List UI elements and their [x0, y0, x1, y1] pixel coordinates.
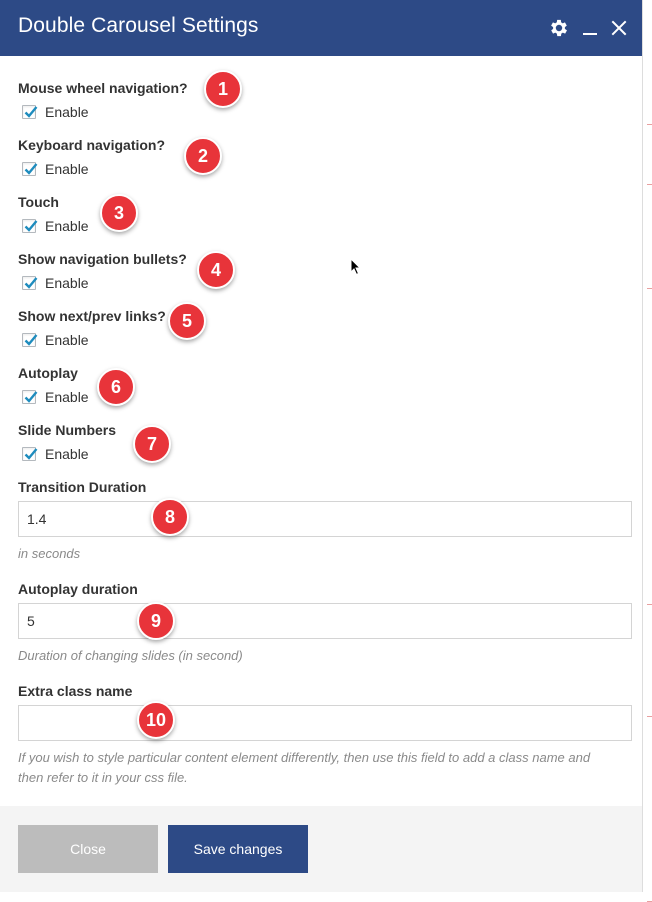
gear-icon[interactable]	[546, 14, 572, 42]
transition-duration-hint: in seconds	[18, 546, 81, 561]
keyboard-checkbox[interactable]	[22, 162, 38, 176]
keyboard-checkbox-row[interactable]: Enable	[22, 160, 89, 178]
keyboard-label: Keyboard navigation?	[18, 137, 166, 153]
autoplay-duration-label: Autoplay duration	[18, 581, 138, 597]
edge-mark	[647, 288, 652, 289]
next-prev-checkbox[interactable]	[22, 333, 38, 347]
touch-label: Touch	[18, 194, 59, 210]
annotation-badge: 8	[151, 498, 189, 536]
transition-duration-input[interactable]	[18, 501, 632, 537]
annotation-badge: 5	[168, 302, 206, 340]
annotation-badge: 4	[197, 251, 235, 289]
nav-bullets-enable-label: Enable	[45, 275, 89, 291]
nav-bullets-checkbox-row[interactable]: Enable	[22, 274, 89, 292]
slide-numbers-enable-label: Enable	[45, 446, 89, 462]
minimize-icon[interactable]	[577, 14, 603, 42]
keyboard-enable-label: Enable	[45, 161, 89, 177]
dialog-footer: Close Save changes	[0, 806, 642, 892]
autoplay-label: Autoplay	[18, 365, 78, 381]
settings-dialog: Double Carousel Settings Mouse wheel nav…	[0, 0, 643, 892]
nav-bullets-checkbox[interactable]	[22, 276, 38, 290]
mouse-wheel-enable-label: Enable	[45, 104, 89, 120]
checkmark-icon	[24, 448, 38, 460]
mouse-cursor-icon	[350, 257, 362, 281]
touch-enable-label: Enable	[45, 218, 89, 234]
touch-checkbox-row[interactable]: Enable	[22, 217, 89, 235]
edge-mark	[647, 124, 652, 125]
annotation-badge: 10	[137, 701, 175, 739]
transition-duration-label: Transition Duration	[18, 479, 147, 495]
checkmark-icon	[24, 220, 38, 232]
checkmark-icon	[24, 391, 38, 403]
annotation-badge: 3	[100, 194, 138, 232]
edge-mark	[647, 184, 652, 185]
dialog-title: Double Carousel Settings	[18, 14, 259, 37]
slide-numbers-label: Slide Numbers	[18, 422, 117, 438]
next-prev-label: Show next/prev links?	[18, 308, 166, 324]
annotation-badge: 1	[204, 70, 242, 108]
checkmark-icon	[24, 277, 38, 289]
close-icon[interactable]	[606, 14, 632, 42]
edge-mark	[647, 604, 652, 605]
background-page-edge	[643, 56, 652, 902]
checkmark-icon	[24, 163, 38, 175]
slide-numbers-checkbox[interactable]	[22, 447, 38, 461]
next-prev-enable-label: Enable	[45, 332, 89, 348]
autoplay-checkbox-row[interactable]: Enable	[22, 388, 89, 406]
extra-class-label: Extra class name	[18, 683, 133, 699]
nav-bullets-label: Show navigation bullets?	[18, 251, 187, 267]
slide-numbers-checkbox-row[interactable]: Enable	[22, 445, 89, 463]
autoplay-duration-hint: Duration of changing slides (in second)	[18, 648, 243, 663]
checkmark-icon	[24, 334, 38, 346]
annotation-badge: 7	[133, 425, 171, 463]
checkmark-icon	[24, 106, 38, 118]
extra-class-input[interactable]	[18, 705, 632, 741]
mouse-wheel-label: Mouse wheel navigation?	[18, 80, 188, 96]
extra-class-hint: If you wish to style particular content …	[18, 750, 591, 785]
annotation-badge: 2	[184, 137, 222, 175]
next-prev-checkbox-row[interactable]: Enable	[22, 331, 89, 349]
autoplay-checkbox[interactable]	[22, 390, 38, 404]
annotation-badge: 6	[97, 368, 135, 406]
mouse-wheel-checkbox[interactable]	[22, 105, 38, 119]
touch-checkbox[interactable]	[22, 219, 38, 233]
dialog-titlebar: Double Carousel Settings	[0, 0, 642, 56]
autoplay-duration-input[interactable]	[18, 603, 632, 639]
autoplay-enable-label: Enable	[45, 389, 89, 405]
annotation-badge: 9	[137, 602, 175, 640]
mouse-wheel-checkbox-row[interactable]: Enable	[22, 103, 89, 121]
save-changes-button[interactable]: Save changes	[168, 825, 308, 873]
edge-mark	[647, 716, 652, 717]
close-button[interactable]: Close	[18, 825, 158, 873]
